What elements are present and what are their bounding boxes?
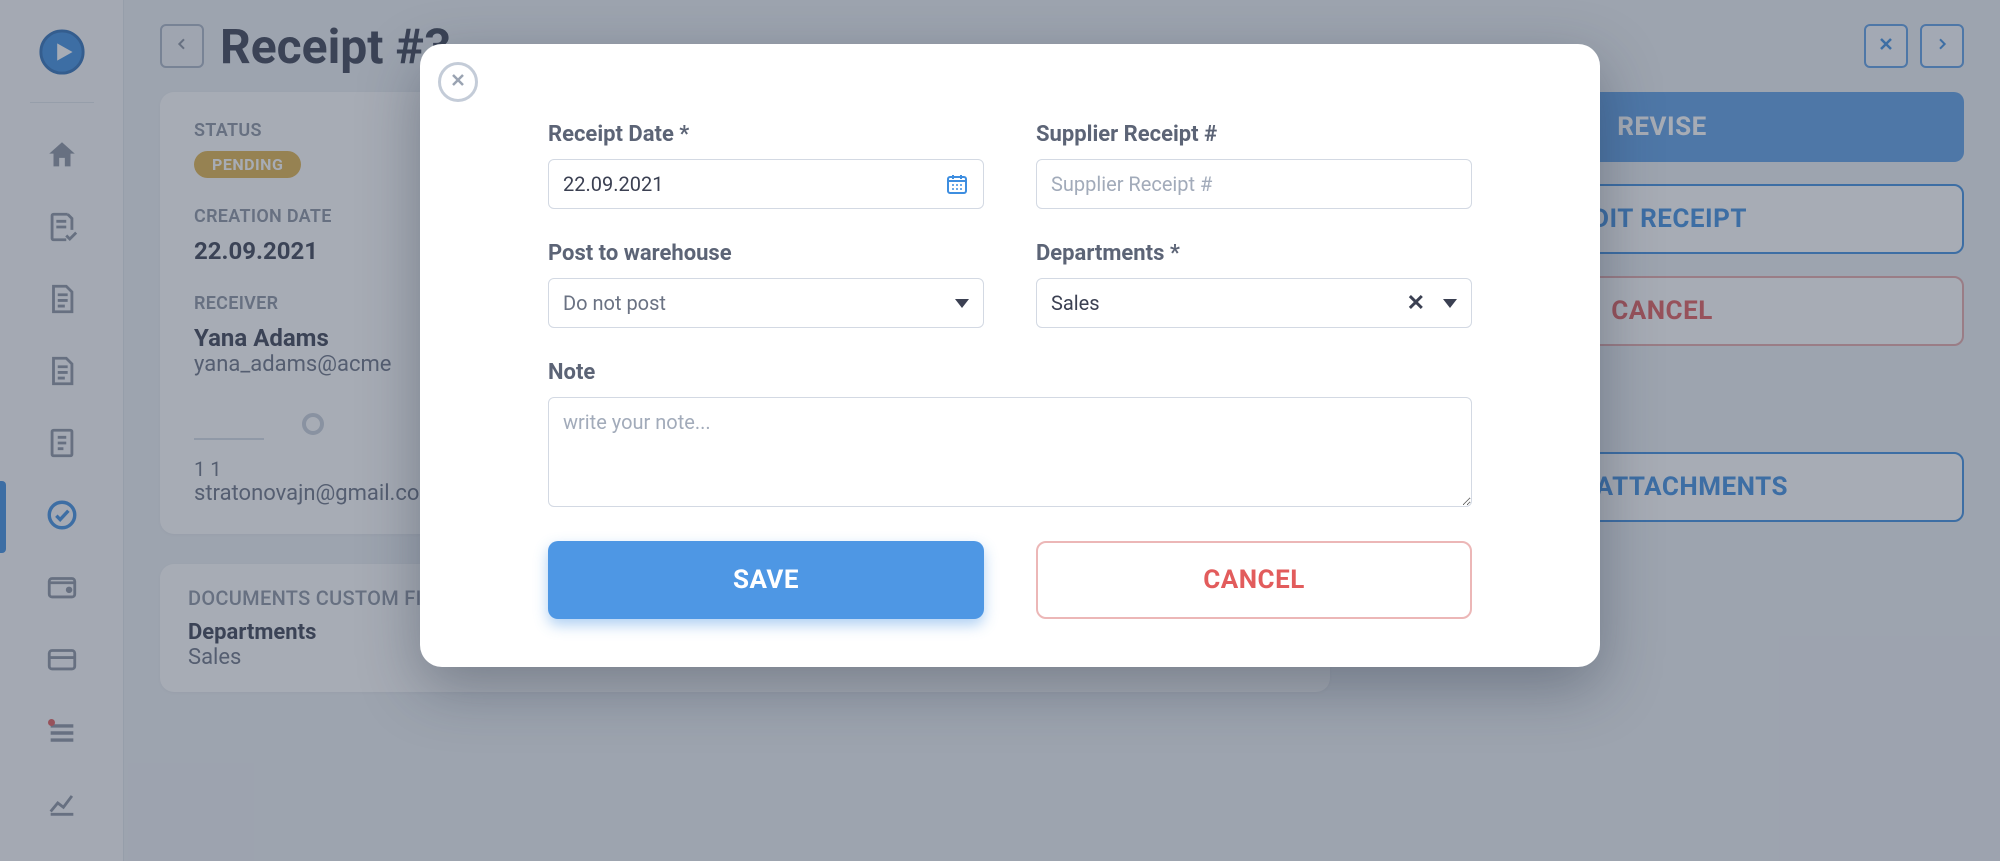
save-button[interactable]: SAVE xyxy=(548,541,984,619)
departments-label: Departments * xyxy=(1036,241,1472,266)
modal-close-button[interactable] xyxy=(438,62,478,102)
departments-value: Sales xyxy=(1051,291,1100,315)
chevron-down-icon xyxy=(1443,299,1457,308)
edit-receipt-modal: Receipt Date * Supplier Receipt # Post t… xyxy=(420,44,1600,667)
receipt-date-input[interactable] xyxy=(563,172,945,196)
close-icon xyxy=(448,70,468,94)
chevron-down-icon xyxy=(955,299,969,308)
cancel-button[interactable]: CANCEL xyxy=(1036,541,1472,619)
field-receipt-date: Receipt Date * xyxy=(548,122,984,209)
field-departments: Departments * Sales ✕ xyxy=(1036,241,1472,328)
note-textarea[interactable] xyxy=(548,397,1472,507)
supplier-receipt-label: Supplier Receipt # xyxy=(1036,122,1472,147)
clear-icon[interactable]: ✕ xyxy=(1407,291,1425,316)
calendar-icon[interactable] xyxy=(945,172,969,196)
supplier-receipt-input[interactable] xyxy=(1051,172,1457,196)
field-supplier-receipt: Supplier Receipt # xyxy=(1036,122,1472,209)
receipt-date-input-wrap[interactable] xyxy=(548,159,984,209)
note-label: Note xyxy=(548,360,1472,385)
supplier-receipt-input-wrap[interactable] xyxy=(1036,159,1472,209)
departments-select[interactable]: Sales ✕ xyxy=(1036,278,1472,328)
post-warehouse-label: Post to warehouse xyxy=(548,241,984,266)
post-warehouse-value: Do not post xyxy=(563,291,666,315)
field-note: Note xyxy=(548,360,1472,511)
field-post-warehouse: Post to warehouse Do not post xyxy=(548,241,984,328)
post-warehouse-select[interactable]: Do not post xyxy=(548,278,984,328)
receipt-date-label: Receipt Date * xyxy=(548,122,984,147)
